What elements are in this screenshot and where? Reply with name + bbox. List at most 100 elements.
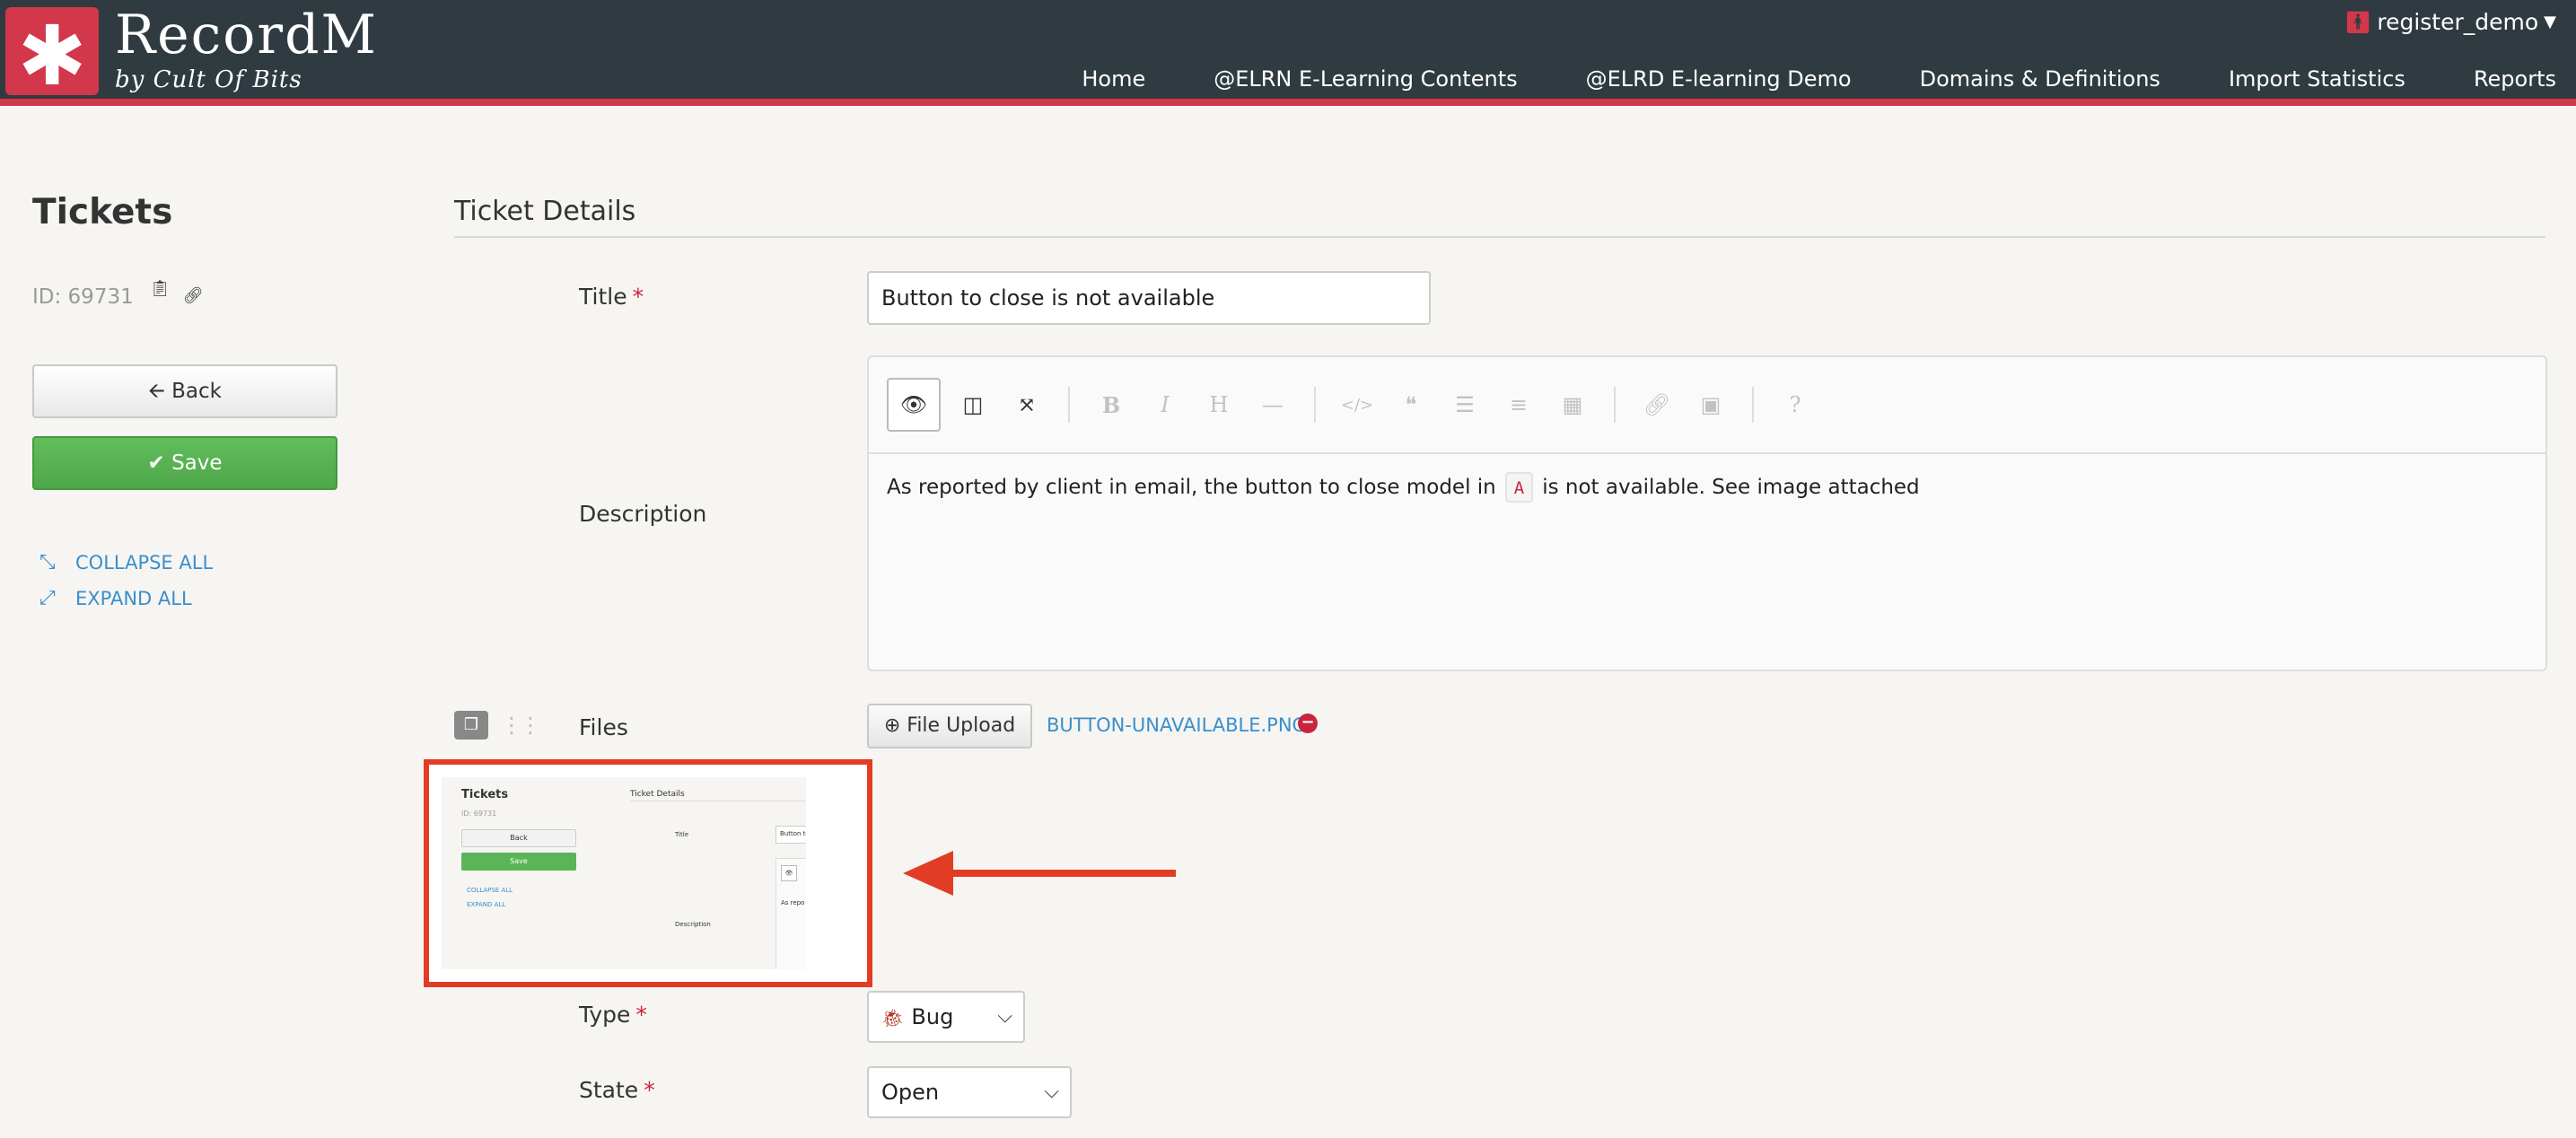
state-label-text: State	[579, 1077, 639, 1103]
description-label: Description	[579, 501, 707, 527]
save-button[interactable]: ✔ Save	[32, 436, 337, 490]
thumb-section: Ticket Details	[630, 790, 806, 801]
annotation-arrow	[903, 851, 1176, 896]
italic-icon[interactable]: I	[1138, 378, 1192, 432]
link-icon[interactable]: 🔗︎	[183, 286, 204, 305]
help-icon[interactable]: ?	[1768, 378, 1822, 432]
heading-icon[interactable]: H	[1192, 378, 1246, 432]
horizontal-rule-icon[interactable]: —	[1246, 378, 1300, 432]
nav-item-domains[interactable]: Domains & Definitions	[1920, 66, 2160, 92]
record-id: ID: 69731 📋︎ 🔗︎	[32, 279, 204, 310]
bold-icon[interactable]: B	[1084, 378, 1138, 432]
type-value: Bug	[911, 1004, 954, 1029]
link-icon[interactable]: 🔗︎	[1630, 378, 1684, 432]
type-label-text: Type	[579, 1002, 631, 1028]
files-label: Files	[579, 714, 628, 740]
user-icon: 🚹︎	[2344, 9, 2372, 35]
main-nav: Home @ELRN E-Learning Contents @ELRD E-l…	[1082, 66, 2556, 92]
description-editor[interactable]: 👁︎ ◫ ⤧ B I H — </> ❝ ☰ ≡ ▦ 🔗︎ ▣ ? As rep…	[867, 355, 2547, 671]
toolbar-separator	[1752, 387, 1754, 423]
thumb-description-label: Description	[675, 921, 711, 928]
side-by-side-icon[interactable]: ◫	[946, 378, 1000, 432]
logo-icon[interactable]: ✱	[5, 7, 99, 104]
thumb-eye-icon: 👁︎	[781, 865, 797, 881]
file-field-tools: ❐ ⋮⋮	[454, 711, 541, 740]
inline-code: A	[1504, 472, 1534, 503]
nav-item-reports[interactable]: Reports	[2474, 66, 2556, 92]
thumb-expand: EXPAND ALL	[467, 901, 506, 908]
expand-all-link[interactable]: ⤢ EXPAND ALL	[39, 587, 192, 609]
code-icon[interactable]: </>	[1330, 378, 1384, 432]
compress-icon: ⤡	[39, 551, 56, 573]
back-label: Back	[171, 380, 222, 403]
chevron-down-icon: ⌵	[997, 1005, 1012, 1028]
nav-item-home[interactable]: Home	[1082, 66, 1145, 92]
required-mark: *	[635, 1002, 647, 1028]
thumb-title-input: Button to	[775, 826, 806, 844]
page-title: Tickets	[32, 192, 173, 232]
toolbar-separator	[1068, 387, 1070, 423]
description-text-start: As reported by client in email, the butt…	[887, 476, 1496, 499]
image-icon[interactable]: ▣	[1684, 378, 1738, 432]
quote-icon[interactable]: ❝	[1384, 378, 1438, 432]
expand-all-label: EXPAND ALL	[75, 587, 192, 609]
check-icon: ✔	[147, 451, 165, 475]
title-label: Title *	[579, 284, 644, 310]
section-title: Ticket Details	[454, 196, 2545, 238]
nav-item-elrn[interactable]: @ELRN E-Learning Contents	[1214, 66, 1517, 92]
file-upload-label: File Upload	[907, 714, 1016, 737]
ordered-list-icon[interactable]: ≡	[1492, 378, 1546, 432]
expand-icon: ⤢	[39, 587, 56, 609]
image-preview-frame: Tickets ID: 69731 Back Save COLLAPSE ALL…	[424, 759, 872, 987]
save-label: Save	[171, 451, 223, 475]
thumb-description-text: As repo	[781, 899, 805, 906]
brand-subtitle: by Cult Of Bits	[115, 66, 302, 93]
user-menu[interactable]: 🚹︎ register_demo ▼	[2344, 9, 2556, 35]
chevron-down-icon: ⌵	[1044, 1081, 1059, 1103]
table-icon[interactable]: ▦	[1546, 378, 1599, 432]
description-text-end: is not available. See image attached	[1542, 476, 1920, 499]
brand-title[interactable]: RecordM	[115, 4, 378, 66]
thumb-title: Tickets	[461, 788, 509, 801]
nav-item-import-statistics[interactable]: Import Statistics	[2229, 66, 2405, 92]
arrow-left-icon: 🡨	[148, 380, 165, 403]
thumb-id: ID: 69731	[461, 810, 497, 818]
bug-icon: 🐞︎	[881, 1007, 905, 1029]
description-text: As reported by client in email, the butt…	[887, 472, 1920, 503]
chevron-down-icon: ▼	[2544, 13, 2556, 31]
type-select[interactable]: 🐞︎ Bug ⌵	[867, 991, 1025, 1043]
file-upload-button[interactable]: ⊕ File Upload	[867, 704, 1032, 748]
editor-toolbar: 👁︎ ◫ ⤧ B I H — </> ❝ ☰ ≡ ▦ 🔗︎ ▣ ?	[869, 357, 2545, 454]
type-label: Type *	[579, 1002, 647, 1028]
drag-handle-icon[interactable]: ⋮⋮	[501, 713, 541, 738]
attached-file-link[interactable]: BUTTON-UNAVAILABLE.PNG	[1047, 714, 1307, 736]
preview-eye-icon[interactable]: 👁︎	[887, 378, 941, 432]
thumb-back: Back	[461, 829, 576, 847]
image-preview[interactable]: Tickets ID: 69731 Back Save COLLAPSE ALL…	[442, 777, 806, 969]
fullscreen-icon[interactable]: ⤧	[1000, 378, 1054, 432]
thumb-collapse: COLLAPSE ALL	[467, 887, 513, 894]
upload-icon: ⊕	[883, 714, 901, 737]
copy-icon[interactable]: ❐	[454, 711, 488, 740]
thumb-save: Save	[461, 853, 576, 871]
unordered-list-icon[interactable]: ☰	[1438, 378, 1492, 432]
required-mark: *	[632, 284, 644, 310]
state-select[interactable]: Open ⌵	[867, 1066, 1072, 1118]
state-value: Open	[881, 1080, 940, 1105]
user-name: register_demo	[2377, 9, 2539, 35]
toolbar-separator	[1614, 387, 1616, 423]
required-mark: *	[644, 1077, 655, 1103]
state-label: State *	[579, 1077, 655, 1103]
thumb-title-label: Title	[675, 831, 689, 838]
title-label-text: Title	[579, 284, 627, 310]
collapse-all-label: COLLAPSE ALL	[75, 551, 214, 573]
record-id-text: ID: 69731	[32, 285, 134, 309]
title-input[interactable]: Button to close is not available	[867, 271, 1431, 325]
back-button[interactable]: 🡨 Back	[32, 364, 337, 418]
top-navbar: ✱ RecordM by Cult Of Bits 🚹︎ register_de…	[0, 0, 2576, 106]
toolbar-separator	[1314, 387, 1316, 423]
remove-file-icon[interactable]: −	[1298, 713, 1318, 733]
collapse-all-link[interactable]: ⤡ COLLAPSE ALL	[39, 551, 213, 573]
clipboard-icon[interactable]: 📋︎	[150, 279, 171, 298]
nav-item-elrd[interactable]: @ELRD E-learning Demo	[1586, 66, 1852, 92]
